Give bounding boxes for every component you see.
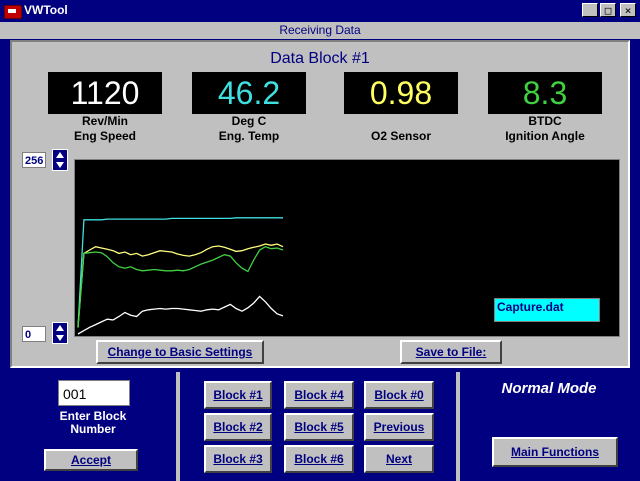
arrow-up-icon [56, 152, 64, 158]
divider [176, 372, 180, 481]
minimize-button[interactable]: _ [582, 3, 598, 17]
block-5-button[interactable]: Block #5 [284, 413, 354, 441]
gauge-eng-speed: 1120 [48, 72, 162, 114]
block-1-button[interactable]: Block #1 [204, 381, 272, 409]
gauge-label-o2-sensor: O2 Sensor [370, 129, 432, 143]
window-title: VWTool [24, 3, 68, 17]
block-title: Data Block #1 [270, 50, 370, 67]
next-button[interactable]: Next [364, 445, 434, 473]
arrow-down-icon [56, 162, 64, 168]
title-bar: VWTool _ □ × [0, 0, 640, 22]
gauge-label-eng-temp: Eng. Temp [218, 129, 280, 143]
previous-button[interactable]: Previous [364, 413, 434, 441]
change-to-basic-settings-button[interactable]: Change to Basic Settings [96, 340, 264, 364]
scale-max-spinner[interactable] [52, 149, 68, 171]
block-number-label: Enter Block Number [40, 410, 146, 436]
block-number-label-line2: Number [70, 422, 116, 436]
accept-button[interactable]: Accept [44, 449, 138, 471]
divider [456, 372, 460, 481]
app-icon [4, 5, 22, 19]
block-0-button[interactable]: Block #0 [364, 381, 434, 409]
mode-label: Normal Mode [501, 380, 597, 397]
plot-series-1 [77, 217, 283, 328]
block-2-button[interactable]: Block #2 [204, 413, 272, 441]
arrow-down-icon [56, 335, 64, 341]
block-number-input[interactable]: 001 [58, 380, 130, 406]
gauge-eng-temp: 46.2 [192, 72, 306, 114]
block-4-button[interactable]: Block #4 [284, 381, 354, 409]
scale-max-value[interactable]: 256 [22, 152, 46, 168]
gauge-label-ignition-angle: Ignition Angle [505, 129, 585, 143]
maximize-button[interactable]: □ [600, 3, 616, 17]
status-text: Receiving Data [0, 22, 640, 39]
close-button[interactable]: × [620, 3, 636, 17]
gauge-label-eng-speed: Eng Speed [73, 129, 136, 143]
file-name-field[interactable]: Capture.dat [494, 298, 600, 322]
plot-series-4 [77, 295, 284, 335]
gauge-unit-ignition-angle: BTDC [528, 114, 562, 128]
arrow-up-icon [56, 325, 64, 331]
block-3-button[interactable]: Block #3 [204, 445, 272, 473]
gauge-o2-sensor: 0.98 [344, 72, 458, 114]
plot-series-3 [77, 245, 284, 328]
save-to-file-button[interactable]: Save to File: [400, 340, 502, 364]
gauge-unit-eng-temp: Deg C [231, 114, 267, 128]
main-functions-button[interactable]: Main Functions [492, 437, 618, 467]
gauge-ignition-angle: 8.3 [488, 72, 602, 114]
scale-min-spinner[interactable] [52, 322, 68, 344]
gauge-unit-eng-speed: Rev/Min [81, 114, 128, 128]
scale-min-value[interactable]: 0 [22, 326, 46, 342]
block-6-button[interactable]: Block #6 [284, 445, 354, 473]
plot-series-2 [77, 243, 284, 328]
